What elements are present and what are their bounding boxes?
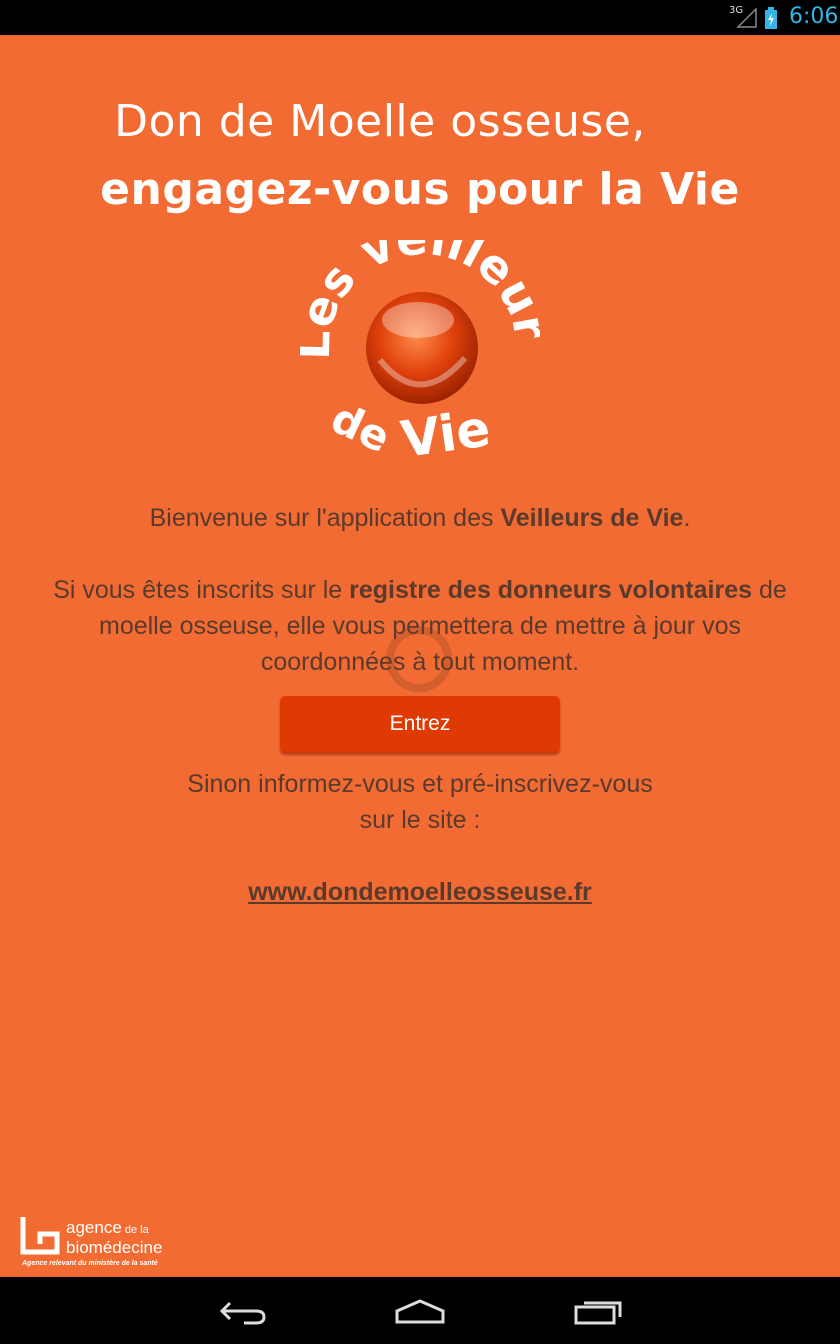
signal-icon	[736, 8, 757, 28]
status-bar: 3G 6:06	[0, 0, 840, 35]
back-icon	[219, 1301, 266, 1325]
home-icon	[395, 1299, 445, 1324]
enter-button[interactable]: Entrez	[280, 696, 560, 752]
welcome-text: Bienvenue sur l'application des Veilleur…	[149, 504, 691, 532]
loading-spinner	[386, 626, 452, 692]
agency-logo-icon	[20, 1217, 60, 1255]
app-name: Veilleurs de Vie	[500, 504, 684, 532]
registry-name: registre des donneurs volontaires	[349, 576, 753, 604]
recent-apps-button[interactable]	[570, 1291, 630, 1331]
headline-line-2: engagez-vous pour la Vie	[100, 164, 740, 215]
logo-word-vie: Vie	[398, 399, 494, 469]
headline-line-1: Don de Moelle osseuse,	[114, 96, 646, 147]
navigation-bar	[0, 1277, 840, 1344]
info-text: Sinon informez-vous et pré-inscrivez-vou…	[187, 770, 653, 834]
website-link[interactable]: www.dondemoelleosseuse.fr	[0, 874, 840, 910]
back-button[interactable]	[212, 1291, 272, 1331]
veilleurs-de-vie-logo: Les veilleurs de Vie	[300, 240, 540, 469]
recent-apps-icon	[574, 1301, 622, 1325]
home-button[interactable]	[390, 1291, 450, 1331]
clock: 6:06	[789, 4, 839, 29]
battery-charging-icon	[765, 7, 777, 29]
logo-word-de: de	[324, 393, 398, 462]
